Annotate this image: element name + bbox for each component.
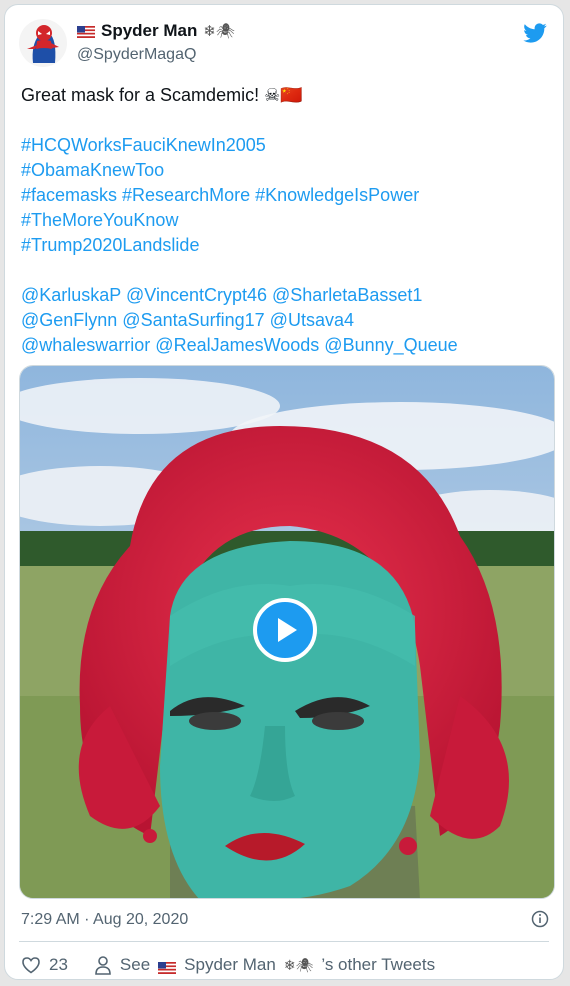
- see-prefix: See: [119, 955, 151, 974]
- author-row: Spyder Man ❄🕷: [77, 21, 235, 41]
- tweet-actions: 23 See Spyder Man ❄🕷 ’s other Tweets: [21, 955, 461, 975]
- divider: [19, 941, 549, 942]
- video-thumbnail[interactable]: [19, 365, 555, 899]
- person-icon: [95, 956, 111, 975]
- author-name[interactable]: Spyder Man: [101, 21, 197, 41]
- twitter-logo-icon[interactable]: [523, 21, 547, 45]
- tweet-card: Spyder Man ❄🕷 @SpyderMagaQ Great mask fo…: [4, 4, 564, 980]
- hashtag-line[interactable]: #ObamaKnewToo: [21, 158, 551, 183]
- hashtag-line[interactable]: #HCQWorksFauciKnewIn2005: [21, 133, 551, 158]
- like-button[interactable]: 23: [21, 955, 68, 975]
- play-button[interactable]: [253, 598, 317, 662]
- tweet-emoji: ☠🇨🇳: [264, 85, 303, 105]
- see-other-tweets-link[interactable]: See Spyder Man ❄🕷 ’s other Tweets: [94, 955, 435, 975]
- us-flag-icon: [77, 25, 95, 38]
- see-suffix: ’s other Tweets: [321, 955, 436, 974]
- hashtag-line[interactable]: #TheMoreYouKnow: [21, 208, 551, 233]
- mention-line[interactable]: @GenFlynn @SantaSurfing17 @Utsava4: [21, 308, 551, 333]
- see-name: Spyder Man: [184, 955, 276, 974]
- tweet-first-line: Great mask for a Scamdemic! ☠🇨🇳: [21, 83, 551, 108]
- like-count: 23: [49, 955, 68, 974]
- hashtag-line[interactable]: #Trump2020Landslide: [21, 233, 551, 258]
- name-emoji: ❄🕷: [203, 23, 235, 40]
- hashtag-line[interactable]: #facemasks #ResearchMore #KnowledgeIsPow…: [21, 183, 551, 208]
- play-icon: [278, 618, 297, 642]
- info-icon[interactable]: [531, 910, 549, 928]
- us-flag-icon: [158, 959, 177, 974]
- mention-line[interactable]: @whaleswarrior @RealJamesWoods @Bunny_Qu…: [21, 333, 551, 358]
- heart-icon: [22, 957, 40, 974]
- avatar[interactable]: [19, 19, 67, 67]
- spiderman-avatar-icon: [19, 19, 67, 67]
- author-handle[interactable]: @SpyderMagaQ: [77, 46, 196, 64]
- see-name-emoji: ❄🕷: [283, 956, 314, 973]
- mention-line[interactable]: @KarluskaP @VincentCrypt46 @SharletaBass…: [21, 283, 551, 308]
- tweet-timestamp[interactable]: 7:29 AM · Aug 20, 2020: [21, 911, 188, 929]
- tweet-text: Great mask for a Scamdemic!: [21, 85, 260, 105]
- tweet-body: Great mask for a Scamdemic! ☠🇨🇳 #HCQWork…: [21, 83, 551, 358]
